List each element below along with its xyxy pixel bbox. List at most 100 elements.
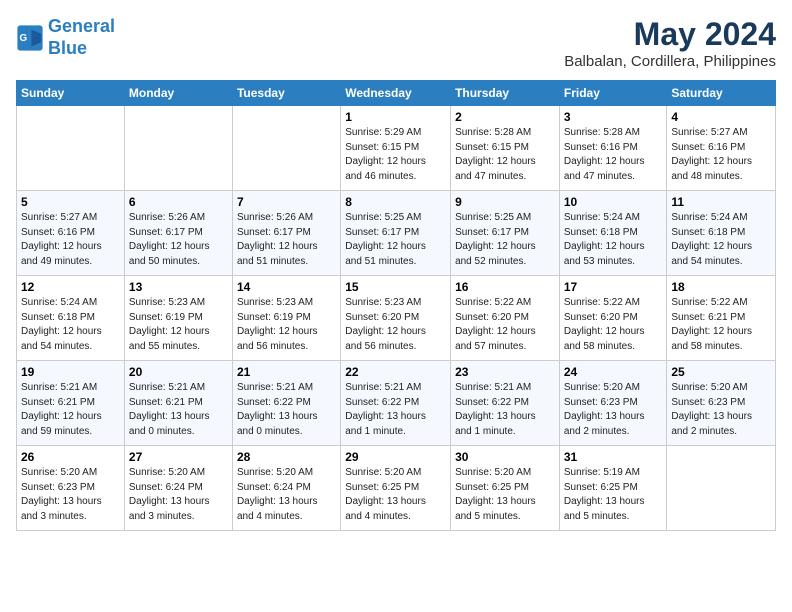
day-number: 23 [455,365,555,379]
day-info: Sunrise: 5:28 AM Sunset: 6:15 PM Dayligh… [455,126,555,184]
day-number: 25 [671,365,771,379]
month-title: May 2024 [564,16,776,53]
calendar-cell: 31 Sunrise: 5:19 AM Sunset: 6:25 PM Dayli… [559,446,667,531]
day-info: Sunrise: 5:24 AM Sunset: 6:18 PM Dayligh… [671,211,771,269]
calendar-cell: 25 Sunrise: 5:20 AM Sunset: 6:23 PM Dayli… [667,361,776,446]
calendar-cell: 8 Sunrise: 5:25 AM Sunset: 6:17 PM Daylig… [341,191,451,276]
day-number: 4 [671,110,771,124]
calendar-cell: 18 Sunrise: 5:22 AM Sunset: 6:21 PM Dayli… [667,276,776,361]
calendar-cell: 26Sunrise: 5:20 AM Sunset: 6:23 PM Dayli… [17,446,125,531]
day-info: Sunrise: 5:20 AM Sunset: 6:25 PM Dayligh… [345,466,446,524]
day-number: 19 [21,365,120,379]
calendar-cell: 6Sunrise: 5:26 AM Sunset: 6:17 PM Daylig… [124,191,232,276]
logo-line1: General [48,16,115,36]
day-number: 30 [455,450,555,464]
day-number: 13 [129,280,228,294]
day-number: 31 [564,450,663,464]
day-info: Sunrise: 5:21 AM Sunset: 6:22 PM Dayligh… [237,381,336,439]
weekday-header: Sunday [17,81,125,106]
calendar-cell: 4 Sunrise: 5:27 AM Sunset: 6:16 PM Daylig… [667,106,776,191]
page-header: G General Blue May 2024 Balbalan, Cordil… [16,16,776,70]
day-number: 18 [671,280,771,294]
day-number: 5 [21,195,120,209]
day-info: Sunrise: 5:24 AM Sunset: 6:18 PM Dayligh… [21,296,120,354]
calendar-cell: 23 Sunrise: 5:21 AM Sunset: 6:22 PM Dayli… [451,361,560,446]
day-info: Sunrise: 5:27 AM Sunset: 6:16 PM Dayligh… [21,211,120,269]
calendar-week-row: 26Sunrise: 5:20 AM Sunset: 6:23 PM Dayli… [17,446,776,531]
logo-text: General Blue [48,16,115,59]
calendar-week-row: 5 Sunrise: 5:27 AM Sunset: 6:16 PM Daylig… [17,191,776,276]
day-info: Sunrise: 5:20 AM Sunset: 6:23 PM Dayligh… [564,381,663,439]
calendar-cell: 14 Sunrise: 5:23 AM Sunset: 6:19 PM Dayli… [232,276,340,361]
day-number: 9 [455,195,555,209]
day-number: 16 [455,280,555,294]
weekday-header: Thursday [451,81,560,106]
calendar-cell: 12 Sunrise: 5:24 AM Sunset: 6:18 PM Dayli… [17,276,125,361]
day-number: 8 [345,195,446,209]
day-info: Sunrise: 5:20 AM Sunset: 6:23 PM Dayligh… [671,381,771,439]
weekday-header: Friday [559,81,667,106]
logo: G General Blue [16,16,115,59]
logo-line2: Blue [48,38,87,58]
calendar-cell: 24 Sunrise: 5:20 AM Sunset: 6:23 PM Dayli… [559,361,667,446]
calendar-cell: 7Sunrise: 5:26 AM Sunset: 6:17 PM Daylig… [232,191,340,276]
calendar-cell: 22 Sunrise: 5:21 AM Sunset: 6:22 PM Dayli… [341,361,451,446]
day-info: Sunrise: 5:21 AM Sunset: 6:21 PM Dayligh… [129,381,228,439]
day-number: 1 [345,110,446,124]
day-number: 2 [455,110,555,124]
day-info: Sunrise: 5:23 AM Sunset: 6:19 PM Dayligh… [129,296,228,354]
weekday-header: Tuesday [232,81,340,106]
day-info: Sunrise: 5:20 AM Sunset: 6:25 PM Dayligh… [455,466,555,524]
day-number: 11 [671,195,771,209]
day-number: 22 [345,365,446,379]
day-info: Sunrise: 5:19 AM Sunset: 6:25 PM Dayligh… [564,466,663,524]
calendar-cell [232,106,340,191]
day-info: Sunrise: 5:23 AM Sunset: 6:19 PM Dayligh… [237,296,336,354]
calendar-cell: 2 Sunrise: 5:28 AM Sunset: 6:15 PM Daylig… [451,106,560,191]
day-info: Sunrise: 5:20 AM Sunset: 6:24 PM Dayligh… [129,466,228,524]
day-number: 12 [21,280,120,294]
day-info: Sunrise: 5:27 AM Sunset: 6:16 PM Dayligh… [671,126,771,184]
calendar-cell: 10Sunrise: 5:24 AM Sunset: 6:18 PM Dayli… [559,191,667,276]
calendar-week-row: 12 Sunrise: 5:24 AM Sunset: 6:18 PM Dayli… [17,276,776,361]
day-number: 26 [21,450,120,464]
calendar-cell [667,446,776,531]
day-number: 6 [129,195,228,209]
weekday-header: Monday [124,81,232,106]
day-info: Sunrise: 5:21 AM Sunset: 6:22 PM Dayligh… [345,381,446,439]
day-number: 24 [564,365,663,379]
day-number: 21 [237,365,336,379]
day-info: Sunrise: 5:25 AM Sunset: 6:17 PM Dayligh… [455,211,555,269]
calendar-cell: 1 Sunrise: 5:29 AM Sunset: 6:15 PM Daylig… [341,106,451,191]
calendar-cell [17,106,125,191]
day-info: Sunrise: 5:21 AM Sunset: 6:22 PM Dayligh… [455,381,555,439]
calendar-week-row: 1 Sunrise: 5:29 AM Sunset: 6:15 PM Daylig… [17,106,776,191]
title-area: May 2024 Balbalan, Cordillera, Philippin… [564,16,776,70]
calendar-cell: 3 Sunrise: 5:28 AM Sunset: 6:16 PM Daylig… [559,106,667,191]
weekday-header: Saturday [667,81,776,106]
day-info: Sunrise: 5:22 AM Sunset: 6:21 PM Dayligh… [671,296,771,354]
calendar-week-row: 19 Sunrise: 5:21 AM Sunset: 6:21 PM Dayli… [17,361,776,446]
calendar-cell: 30 Sunrise: 5:20 AM Sunset: 6:25 PM Dayli… [451,446,560,531]
day-number: 20 [129,365,228,379]
day-info: Sunrise: 5:29 AM Sunset: 6:15 PM Dayligh… [345,126,446,184]
day-number: 3 [564,110,663,124]
calendar-cell: 15 Sunrise: 5:23 AM Sunset: 6:20 PM Dayli… [341,276,451,361]
calendar-cell: 27Sunrise: 5:20 AM Sunset: 6:24 PM Dayli… [124,446,232,531]
day-info: Sunrise: 5:20 AM Sunset: 6:24 PM Dayligh… [237,466,336,524]
day-info: Sunrise: 5:22 AM Sunset: 6:20 PM Dayligh… [455,296,555,354]
calendar-table: SundayMondayTuesdayWednesdayThursdayFrid… [16,80,776,531]
calendar-cell: 9 Sunrise: 5:25 AM Sunset: 6:17 PM Daylig… [451,191,560,276]
calendar-cell: 21 Sunrise: 5:21 AM Sunset: 6:22 PM Dayli… [232,361,340,446]
calendar-cell: 28Sunrise: 5:20 AM Sunset: 6:24 PM Dayli… [232,446,340,531]
day-number: 7 [237,195,336,209]
calendar-cell: 19Sunrise: 5:21 AM Sunset: 6:21 PM Dayli… [17,361,125,446]
location-title: Balbalan, Cordillera, Philippines [564,53,776,70]
weekday-header-row: SundayMondayTuesdayWednesdayThursdayFrid… [17,81,776,106]
day-info: Sunrise: 5:25 AM Sunset: 6:17 PM Dayligh… [345,211,446,269]
day-number: 15 [345,280,446,294]
calendar-cell: 20 Sunrise: 5:21 AM Sunset: 6:21 PM Dayli… [124,361,232,446]
day-info: Sunrise: 5:23 AM Sunset: 6:20 PM Dayligh… [345,296,446,354]
day-info: Sunrise: 5:28 AM Sunset: 6:16 PM Dayligh… [564,126,663,184]
day-number: 14 [237,280,336,294]
